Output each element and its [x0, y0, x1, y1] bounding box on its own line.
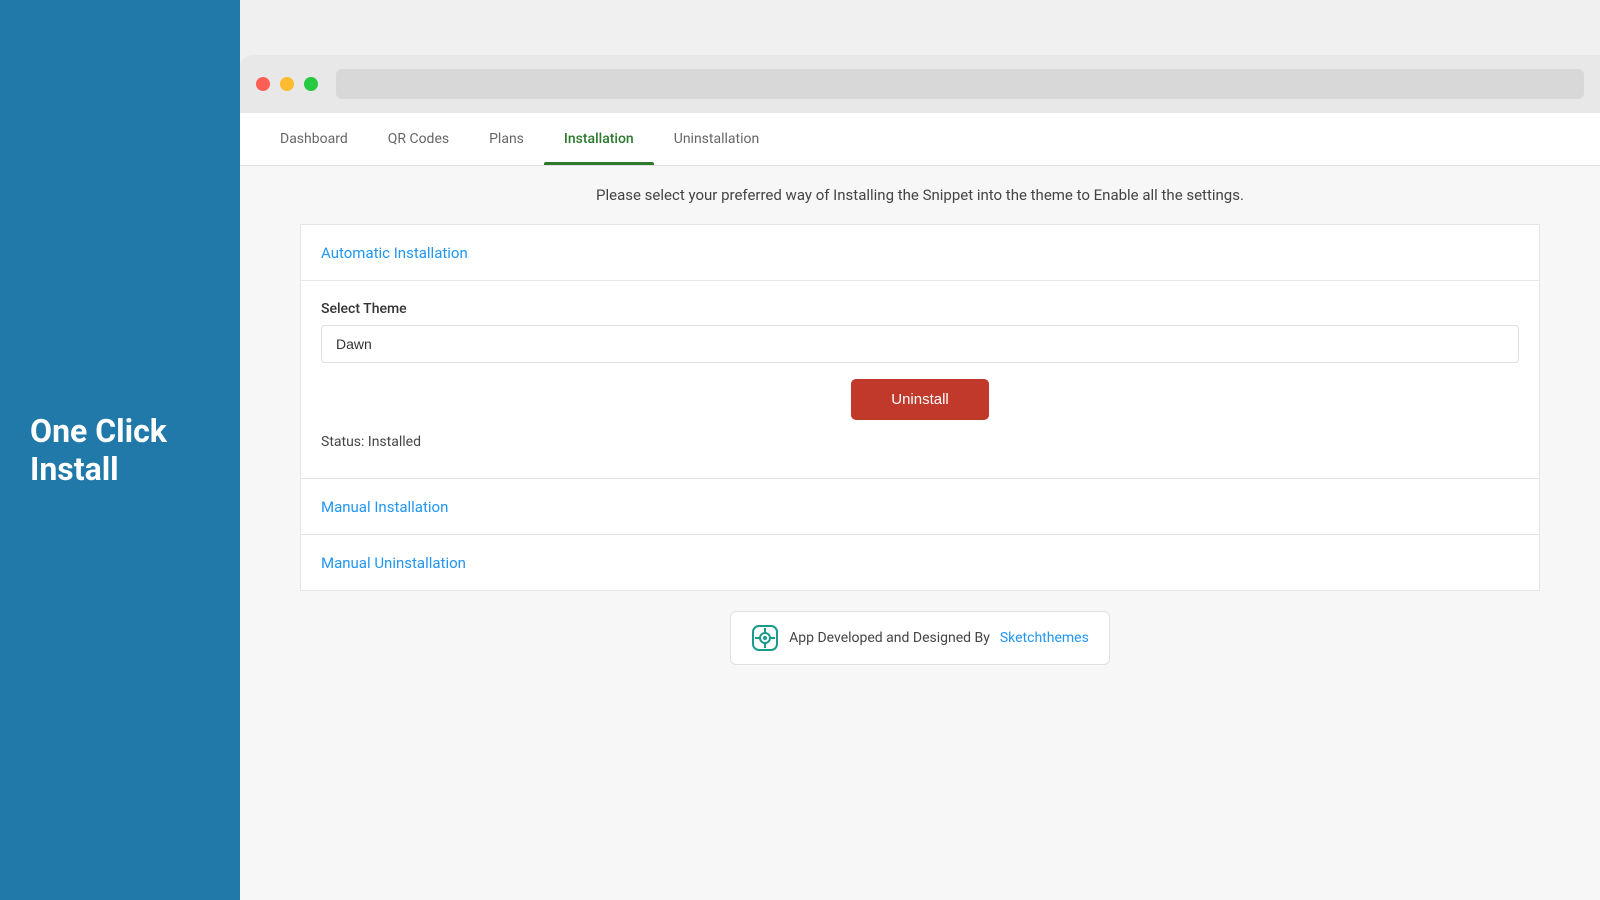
footer-badge-text: App Developed and Designed By — [789, 630, 990, 646]
manual-installation-link[interactable]: Manual Installation — [321, 498, 448, 516]
main-area: Dashboard QR Codes Plans Installation Un… — [240, 0, 1600, 900]
manual-uninstallation-link[interactable]: Manual Uninstallation — [321, 554, 466, 572]
automatic-installation-section: Automatic Installation Select Theme Dawn… — [300, 224, 1540, 479]
sidebar: One Click Install — [0, 0, 240, 900]
status-text: Status: Installed — [321, 434, 1519, 450]
traffic-light-green[interactable] — [304, 77, 318, 91]
tab-installation[interactable]: Installation — [544, 113, 654, 165]
theme-select[interactable]: Dawn — [321, 325, 1519, 363]
traffic-light-red[interactable] — [256, 77, 270, 91]
footer-banner: App Developed and Designed By Sketchthem… — [300, 591, 1540, 695]
manual-uninstallation-header[interactable]: Manual Uninstallation — [301, 535, 1539, 590]
select-theme-label: Select Theme — [321, 301, 1519, 317]
manual-uninstallation-section: Manual Uninstallation — [300, 535, 1540, 591]
browser-content: Dashboard QR Codes Plans Installation Un… — [240, 113, 1600, 900]
browser-window: Dashboard QR Codes Plans Installation Un… — [240, 55, 1600, 900]
manual-installation-header[interactable]: Manual Installation — [301, 479, 1539, 534]
theme-select-group: Select Theme Dawn — [321, 301, 1519, 363]
sidebar-title: One Click Install — [30, 412, 167, 489]
uninstall-button[interactable]: Uninstall — [851, 379, 989, 420]
tab-qr-codes[interactable]: QR Codes — [368, 113, 469, 165]
automatic-installation-header[interactable]: Automatic Installation — [301, 225, 1539, 280]
sketchthemes-icon — [751, 624, 779, 652]
footer-badge: App Developed and Designed By Sketchthem… — [730, 611, 1110, 665]
traffic-light-yellow[interactable] — [280, 77, 294, 91]
tab-plans[interactable]: Plans — [469, 113, 544, 165]
tab-dashboard[interactable]: Dashboard — [260, 113, 368, 165]
instruction-text: Please select your preferred way of Inst… — [300, 166, 1540, 220]
content-wrapper: Please select your preferred way of Inst… — [240, 166, 1600, 695]
button-row: Uninstall — [321, 379, 1519, 420]
automatic-installation-body: Select Theme Dawn Uninstall Status: Inst… — [301, 280, 1539, 478]
manual-installation-section: Manual Installation — [300, 479, 1540, 535]
tab-uninstallation[interactable]: Uninstallation — [654, 113, 780, 165]
browser-chrome — [240, 55, 1600, 113]
sketchthemes-link[interactable]: Sketchthemes — [1000, 630, 1089, 646]
address-bar[interactable] — [336, 69, 1584, 99]
automatic-installation-link[interactable]: Automatic Installation — [321, 244, 468, 262]
nav-tabs: Dashboard QR Codes Plans Installation Un… — [240, 113, 1600, 166]
